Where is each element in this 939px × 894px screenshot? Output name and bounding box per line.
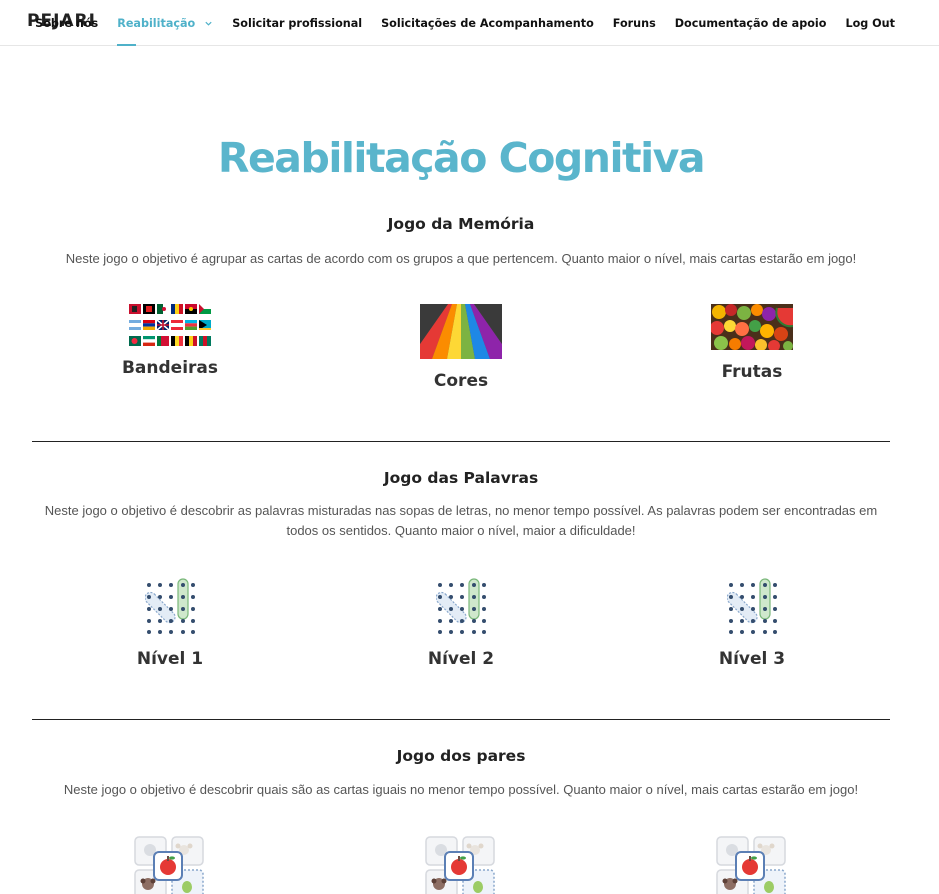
nav-sobre-nos[interactable]: Sobre nós — [35, 0, 98, 46]
memory-section-desc: Neste jogo o objetivo é agrupar as carta… — [65, 251, 857, 266]
main-nav: Sobre nós Reabilitação Solicitar profiss… — [16, 0, 895, 46]
words-card-label: Nível 1 — [136, 649, 204, 669]
words-section-desc: Neste jogo o objetivo é descobrir as pal… — [44, 503, 878, 538]
pairs-cards-image — [134, 836, 204, 894]
pairs-card-3[interactable] — [672, 836, 832, 894]
words-card-label: Nível 2 — [427, 649, 495, 669]
memory-card-frutas[interactable]: Frutas — [672, 304, 832, 382]
section-divider — [32, 441, 890, 442]
pairs-section-desc: Neste jogo o objetivo é descobrir quais … — [63, 782, 859, 797]
word-search-icon — [436, 578, 486, 634]
colors-image — [420, 304, 502, 359]
pairs-cards-image — [425, 836, 495, 894]
words-card-nivel-2[interactable]: Nível 2 — [381, 578, 541, 669]
nav-label: Documentação de apoio — [674, 16, 827, 30]
memory-card-label: Bandeiras — [121, 358, 219, 378]
memory-card-label: Cores — [433, 371, 489, 391]
chevron-down-icon — [205, 21, 212, 26]
pairs-cards-image — [716, 836, 786, 894]
pairs-section-title: Jogo dos pares — [396, 747, 526, 765]
words-section-title: Jogo das Palavras — [383, 469, 539, 487]
section-divider — [32, 719, 890, 720]
nav-label: Solicitações de Acompanhamento — [381, 16, 594, 30]
nav-documentacao-apoio[interactable]: Documentação de apoio — [675, 0, 827, 46]
flags-image — [129, 304, 211, 346]
memory-card-bandeiras[interactable]: Bandeiras — [90, 304, 250, 378]
nav-label: Sobre nós — [35, 16, 99, 30]
words-card-nivel-3[interactable]: Nível 3 — [672, 578, 832, 669]
word-search-icon — [145, 578, 195, 634]
nav-solicitar-profissional[interactable]: Solicitar profissional — [232, 0, 362, 46]
site-header: PEJARI Sobre nós Reabilitação Solicitar … — [0, 0, 939, 46]
nav-label: Reabilitação — [117, 16, 196, 30]
words-card-nivel-1[interactable]: Nível 1 — [90, 578, 250, 669]
nav-solicitacoes-acompanhamento[interactable]: Solicitações de Acompanhamento — [381, 0, 594, 46]
nav-label: Solicitar profissional — [232, 16, 363, 30]
pairs-card-1[interactable] — [90, 836, 250, 894]
nav-reabilitacao[interactable]: Reabilitação — [117, 0, 213, 46]
memory-card-cores[interactable]: Cores — [381, 304, 541, 391]
word-search-icon — [727, 578, 777, 634]
nav-label: Foruns — [612, 16, 656, 30]
memory-card-label: Frutas — [721, 362, 783, 382]
pairs-card-2[interactable] — [381, 836, 541, 894]
page-title: Reabilitação Cognitiva — [217, 134, 706, 182]
words-card-label: Nível 3 — [718, 649, 786, 669]
nav-foruns[interactable]: Foruns — [613, 0, 656, 46]
nav-label: Log Out — [845, 16, 895, 30]
fruits-image — [711, 304, 793, 350]
memory-section-title: Jogo da Memória — [387, 215, 535, 233]
nav-log-out[interactable]: Log Out — [845, 0, 895, 46]
